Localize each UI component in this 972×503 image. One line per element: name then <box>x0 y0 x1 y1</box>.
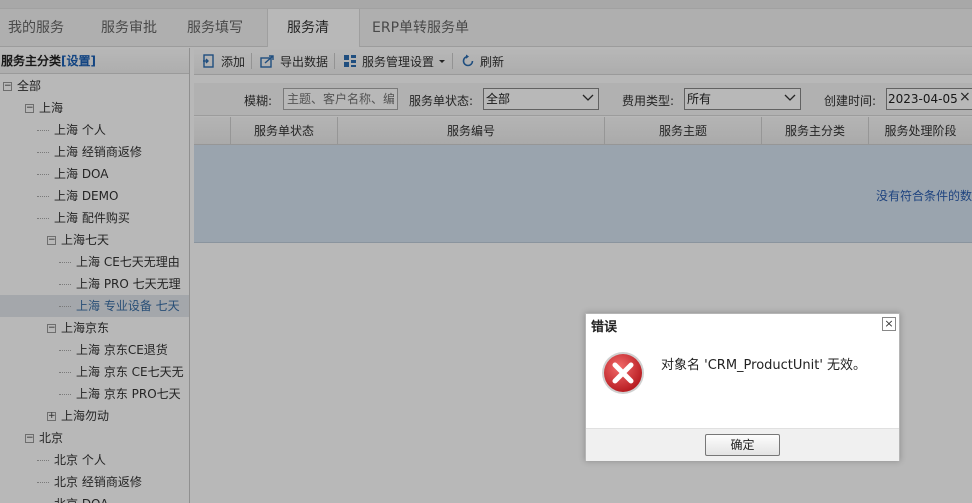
close-icon[interactable]: × <box>882 317 896 331</box>
error-icon <box>602 352 644 394</box>
dialog-message: 对象名 'CRM_ProductUnit' 无效。 <box>661 358 867 373</box>
dialog-footer: 确定 <box>586 428 899 461</box>
dialog-title: 错误 <box>591 320 618 335</box>
error-dialog: 错误 × 对象名 'CRM_ProductUnit' 无效。 确定 <box>585 313 900 461</box>
ok-button[interactable]: 确定 <box>705 434 780 456</box>
